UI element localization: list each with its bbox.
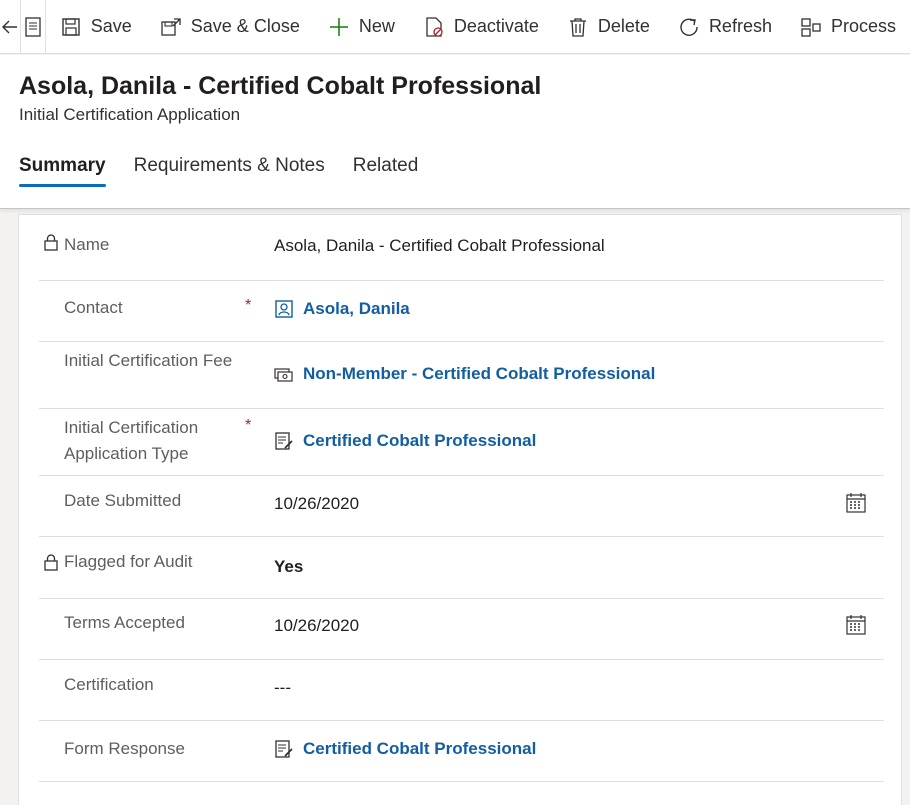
- form-edit-icon: [274, 739, 294, 759]
- command-bar: Save Save & Close New Deactivate Delete …: [0, 0, 910, 54]
- field-row-flagged-for-audit: Flagged for Audit Yes: [39, 537, 884, 599]
- field-row-fee: Initial Certification Fee Non-Member - C…: [39, 342, 884, 409]
- application-type-lookup[interactable]: Certified Cobalt Professional: [274, 431, 536, 451]
- contact-value: Asola, Danila: [303, 299, 410, 318]
- save-close-button[interactable]: Save & Close: [146, 0, 314, 53]
- tab-requirements-notes[interactable]: Requirements & Notes: [134, 155, 325, 187]
- save-icon: [60, 16, 82, 38]
- date-submitted-value[interactable]: 10/26/2020: [274, 494, 359, 514]
- back-arrow-icon: [2, 20, 17, 33]
- field-row-contact: Contact * Asola, Danila: [39, 281, 884, 342]
- plus-icon: [328, 16, 350, 38]
- form-response-value: Certified Cobalt Professional: [303, 739, 537, 758]
- new-button[interactable]: New: [314, 0, 409, 53]
- deactivate-icon: [423, 16, 445, 38]
- form-response-lookup[interactable]: Certified Cobalt Professional: [274, 739, 536, 759]
- fee-value: Non-Member - Certified Cobalt Profession…: [303, 364, 656, 383]
- fee-label: Initial Certification Fee: [64, 351, 233, 370]
- record-header: Asola, Danila - Certified Cobalt Profess…: [0, 55, 910, 209]
- name-value: Asola, Danila - Certified Cobalt Profess…: [274, 236, 605, 255]
- flagged-for-audit-value: Yes: [274, 557, 304, 576]
- save-close-icon: [160, 16, 182, 38]
- calendar-icon[interactable]: [845, 492, 867, 514]
- refresh-icon: [678, 16, 700, 38]
- terms-accepted-label: Terms Accepted: [64, 613, 185, 632]
- field-row-application-type: Initial Certification Application Type *…: [39, 409, 884, 476]
- calendar-icon[interactable]: [845, 614, 867, 636]
- form-edit-icon: [274, 431, 294, 451]
- contact-lookup[interactable]: Asola, Danila: [274, 299, 410, 319]
- save-button[interactable]: Save: [46, 0, 146, 53]
- new-label: New: [358, 16, 395, 36]
- fee-lookup[interactable]: Non-Member - Certified Cobalt Profession…: [274, 364, 655, 384]
- flagged-for-audit-label: Flagged for Audit: [64, 552, 193, 571]
- delete-button[interactable]: Delete: [553, 0, 664, 53]
- lock-icon: [44, 234, 58, 251]
- certification-value[interactable]: ---: [274, 678, 291, 698]
- lock-icon: [44, 554, 58, 571]
- application-type-label: Initial Certification Application Type: [64, 418, 199, 463]
- process-button[interactable]: Process: [786, 0, 910, 53]
- deactivate-button[interactable]: Deactivate: [409, 0, 553, 53]
- tab-summary[interactable]: Summary: [19, 155, 106, 187]
- form-icon: [25, 16, 41, 37]
- name-label: Name: [64, 235, 110, 254]
- contact-label: Contact: [64, 298, 123, 317]
- deactivate-label: Deactivate: [453, 16, 539, 36]
- tab-list: Summary Requirements & Notes Related: [19, 155, 446, 187]
- terms-accepted-value[interactable]: 10/26/2020: [274, 616, 359, 636]
- tab-related[interactable]: Related: [353, 155, 419, 187]
- record-subtitle: Initial Certification Application: [19, 105, 241, 124]
- process-icon: [800, 16, 822, 38]
- save-label: Save: [90, 16, 132, 36]
- contact-icon: [274, 299, 294, 319]
- field-row-form-response: Form Response Certified Cobalt Professio…: [39, 721, 884, 782]
- summary-form-section: Name Asola, Danila - Certified Cobalt Pr…: [18, 214, 902, 805]
- field-row-date-submitted: Date Submitted 10/26/2020: [39, 476, 884, 537]
- trash-icon: [567, 16, 589, 38]
- page-title: Asola, Danila - Certified Cobalt Profess…: [19, 72, 542, 100]
- application-type-required-marker: *: [245, 417, 252, 434]
- field-row-name: Name Asola, Danila - Certified Cobalt Pr…: [39, 215, 884, 281]
- delete-label: Delete: [597, 16, 650, 36]
- contact-required-marker: *: [245, 297, 252, 314]
- field-row-certification: Certification ---: [39, 660, 884, 721]
- back-button[interactable]: [0, 0, 21, 53]
- refresh-button[interactable]: Refresh: [664, 0, 786, 53]
- refresh-label: Refresh: [708, 16, 772, 36]
- date-submitted-label: Date Submitted: [64, 491, 182, 510]
- field-row-terms-accepted: Terms Accepted 10/26/2020: [39, 599, 884, 660]
- certification-label: Certification: [64, 675, 154, 694]
- money-icon: [274, 364, 294, 384]
- form-view-button[interactable]: [21, 0, 46, 53]
- form-response-label: Form Response: [64, 739, 185, 758]
- save-close-label: Save & Close: [190, 16, 300, 36]
- application-type-value: Certified Cobalt Professional: [303, 431, 537, 450]
- process-label: Process: [830, 16, 896, 36]
